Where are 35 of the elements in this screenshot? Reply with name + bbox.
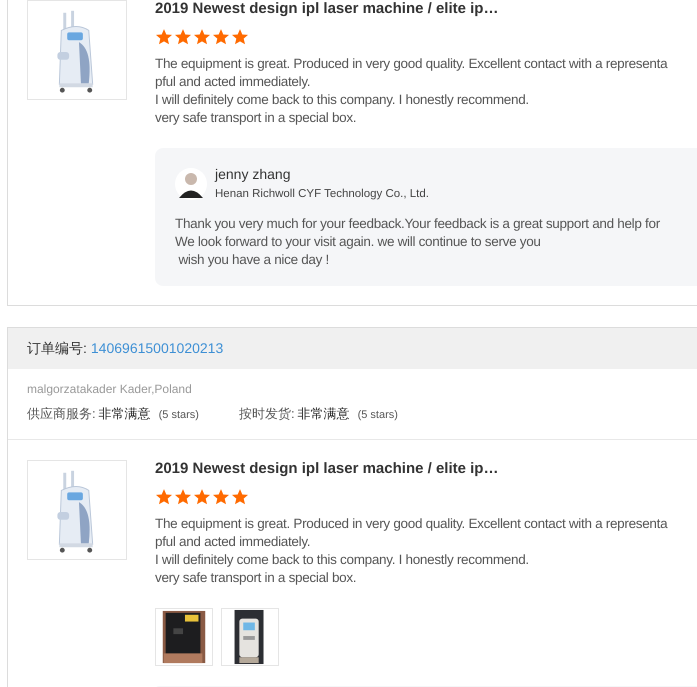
review-text: pful and acted immediately. [155, 533, 312, 551]
review-text: I will definitely come back to this company. I honestly recommend. [155, 91, 530, 109]
replier-name: jenny zhang [215, 165, 292, 183]
reply-text: wish you have a nice day ! [177, 251, 330, 269]
star-icon [212, 488, 230, 506]
star-icon [155, 28, 173, 46]
star-icon [212, 28, 230, 46]
order-number-link[interactable]: 14069615001020213 [90, 338, 224, 359]
avatar-icon [175, 168, 207, 200]
buyer-name: malgorzatakader Kader,Poland [27, 381, 193, 397]
rating-value: 非常满意 [98, 405, 151, 423]
order-label: 订单编号: [27, 339, 87, 358]
star-icon [174, 28, 192, 46]
reply-text: Thank you very much for your feedback.Your feedback is a great support and help for [175, 215, 661, 233]
star-icon [193, 488, 211, 506]
review-text: The equipment is great. Produced in very good quality. Excellent contact with a representa [155, 55, 669, 73]
rating-note: (5 stars) [158, 408, 199, 423]
product-title: 2019 Newest design ipl laser machine / elite ip… [155, 460, 500, 477]
star-icon [174, 488, 192, 506]
rating-note: (5 stars) [358, 408, 398, 423]
company-name: Henan Richwoll CYF Technology Co., Ltd. [215, 187, 429, 201]
product-title: 2019 Newest design ipl laser machine / elite ip… [155, 0, 500, 17]
review-text: The equipment is great. Produced in very good quality. Excellent contact with a representa [155, 515, 669, 533]
reply-text: We look forward to your visit again. we will continue to serve you [175, 233, 542, 251]
rating-label: 供应商服务: [27, 405, 96, 423]
review-text: pful and acted immediately. [155, 73, 312, 91]
review-text: very safe transport in a special box. [155, 569, 358, 587]
review-text: very safe transport in a special box. [155, 109, 358, 127]
star-icon [193, 28, 211, 46]
star-icon [155, 488, 173, 506]
star-icon [231, 488, 249, 506]
rating-label: 按时发货: [238, 405, 295, 423]
star-icon [231, 28, 249, 46]
review-text: I will definitely come back to this company. I honestly recommend. [155, 551, 530, 569]
rating-value: 非常满意 [298, 405, 350, 423]
